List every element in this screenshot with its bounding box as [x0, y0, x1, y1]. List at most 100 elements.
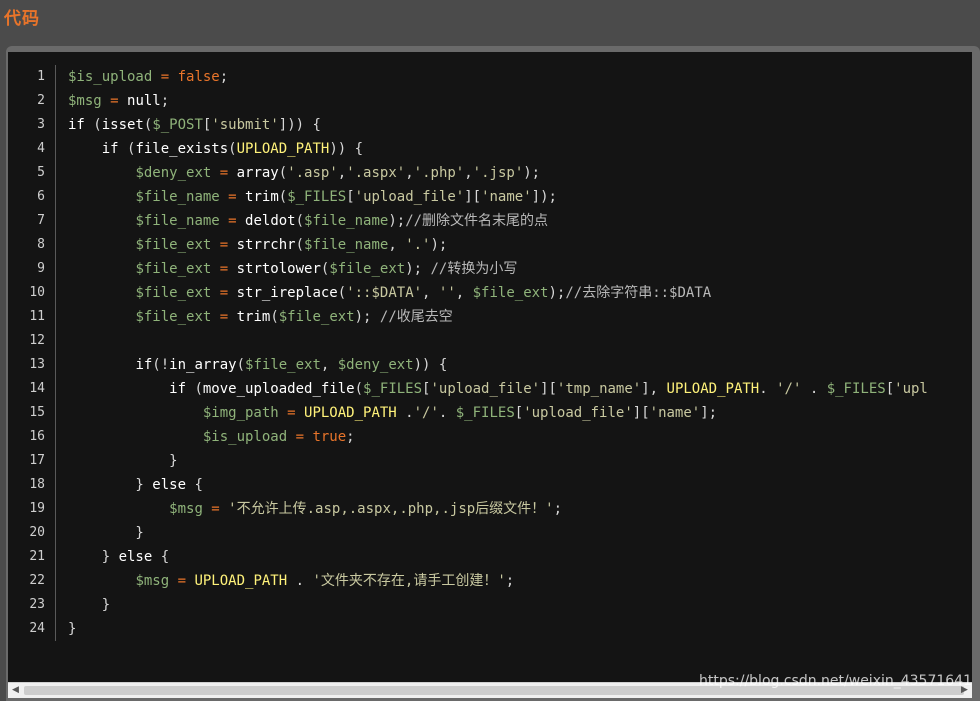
line-number: 12: [29, 333, 45, 348]
code-token: );: [548, 285, 566, 301]
code-token: $file_ext: [472, 285, 549, 301]
code-token: UPLOAD_PATH: [666, 381, 760, 397]
line-number: 11: [29, 309, 45, 324]
code-line: $img_path = UPLOAD_PATH .'/'. $_FILES['u…: [68, 401, 972, 425]
code-token: ,: [464, 165, 473, 181]
code-token: =: [211, 261, 237, 277]
code-token: );: [523, 165, 541, 181]
code-token: strtolower: [236, 261, 321, 277]
code-token: $is_upload: [68, 69, 153, 85]
code-token: ])) {: [278, 117, 321, 133]
code-token: trim: [236, 309, 271, 325]
code-token: ;: [505, 573, 515, 589]
code-token: ;: [219, 69, 229, 85]
code-token: ;: [346, 429, 355, 445]
scroll-left-icon[interactable]: ◀: [8, 683, 23, 698]
code-lines: $is_upload = false; $msg = null; if (isset…: [68, 65, 972, 641]
line-number: 10: [29, 285, 45, 300]
line-number: 18: [29, 477, 45, 492]
line-number: 7: [37, 213, 45, 228]
code-token: //收尾去空: [379, 309, 453, 325]
code-token: (: [186, 381, 203, 397]
code-token: str_ireplace: [236, 285, 338, 301]
code-line: $file_ext = trim($file_ext); //收尾去空: [68, 305, 972, 329]
line-number: 19: [29, 501, 45, 516]
code-token: false: [177, 69, 220, 85]
code-token: =: [219, 213, 246, 229]
code-line: } else {: [68, 473, 972, 497]
code-token: =: [211, 237, 237, 253]
code-token: $file_ext: [135, 309, 212, 325]
code-token: [: [346, 189, 355, 205]
line-number: 2: [37, 93, 45, 108]
code-token: }: [68, 597, 111, 613]
code-token: $msg: [135, 573, 170, 589]
code-token: 'name': [649, 405, 701, 421]
code-token: =: [169, 573, 195, 589]
code-token: }: [68, 549, 119, 565]
code-line: $is_upload = true;: [68, 425, 972, 449]
line-number: 14: [29, 381, 45, 396]
code-token: if: [135, 357, 153, 373]
code-token: '/': [776, 381, 802, 397]
code-token: $_FILES: [826, 381, 886, 397]
code-token: (: [354, 381, 364, 397]
code-token: $deny_ext: [337, 357, 414, 373]
code-token: (: [278, 165, 288, 181]
code-token: =: [278, 405, 305, 421]
line-number: 6: [37, 189, 45, 204]
code-token: ][: [464, 189, 482, 205]
code-token: move_uploaded_file: [202, 381, 355, 397]
code-token: 'submit': [211, 117, 279, 133]
code-token: UPLOAD_PATH: [236, 141, 330, 157]
code-token: $msg: [68, 93, 102, 109]
code-token: {: [186, 477, 203, 493]
code-token: 'upl: [894, 381, 928, 397]
code-token: '不允许上传.asp,.aspx,.php,.jsp后缀文件！': [228, 501, 554, 517]
code-token: $file_ext: [278, 309, 355, 325]
code-token: .: [801, 381, 827, 397]
code-line: $file_name = deldot($file_name);//删除文件名末…: [68, 209, 972, 233]
line-number: 8: [37, 237, 45, 252]
code-token: ,: [455, 285, 473, 301]
code-token: (!: [152, 357, 170, 373]
code-token: isset: [101, 117, 144, 133]
code-token: .: [396, 405, 414, 421]
code-token: .: [438, 405, 456, 421]
code-token: .: [287, 573, 313, 589]
code-token: $file_ext: [135, 237, 212, 253]
code-token: }: [68, 621, 77, 637]
code-token: $_FILES: [363, 381, 423, 397]
code-token: if: [68, 117, 85, 133]
code-line: if (move_uploaded_file($_FILES['upload_f…: [68, 377, 972, 401]
code-block: 1 2 3 4 5 6 7 8 9 10 11 12 13 14 15 16 17 18 19 20 21 22 23 24 …: [8, 52, 972, 682]
code-token: ;: [160, 93, 170, 109]
code-token: '.asp': [287, 165, 338, 181]
line-number: 1: [37, 69, 45, 84]
code-token: strrchr: [236, 237, 296, 253]
code-token: $_FILES: [287, 189, 347, 205]
code-token: ,: [405, 165, 414, 181]
code-token: 'upload_file': [354, 189, 465, 205]
code-token: in_array: [169, 357, 237, 373]
code-token: UPLOAD_PATH: [194, 573, 288, 589]
code-token: ],: [641, 381, 667, 397]
code-token: .: [759, 381, 777, 397]
code-token: //转换为小写: [430, 261, 518, 277]
code-line: }: [68, 521, 972, 545]
code-token: $file_name: [304, 237, 389, 253]
code-token: '/': [413, 405, 439, 421]
code-token: );: [354, 309, 380, 325]
line-number: 24: [29, 621, 45, 636]
code-token: )) {: [413, 357, 448, 373]
code-token: array: [236, 165, 279, 181]
